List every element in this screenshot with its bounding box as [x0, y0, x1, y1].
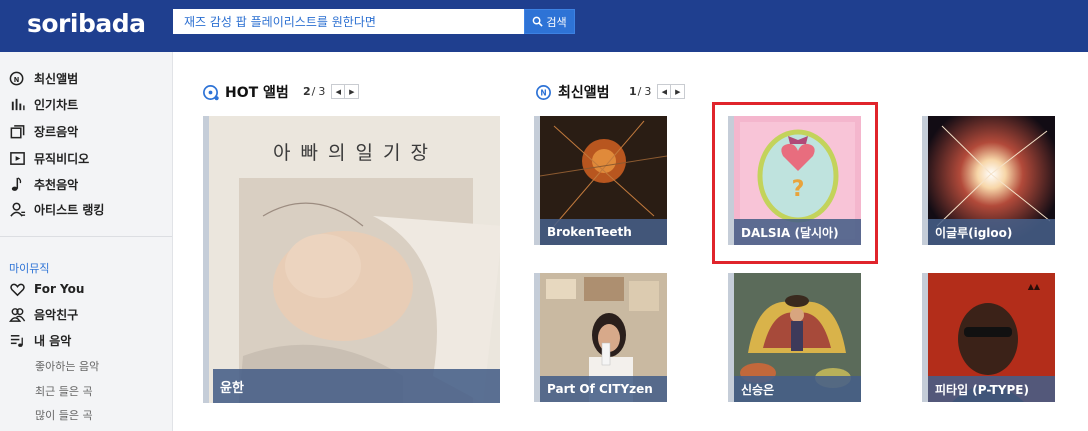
sidebar-item-for-you[interactable]: For You — [8, 278, 84, 300]
album-card[interactable]: Part Of CITYzen — [534, 273, 667, 402]
sidebar-item-label: 내 음악 — [34, 333, 72, 348]
svg-text:N: N — [540, 88, 546, 97]
soribada-logo[interactable]: soribada — [27, 9, 146, 38]
hot-album-heading: HOT 앨범 — [202, 82, 289, 102]
sidebar-item-my-music[interactable]: 내 음악 — [8, 329, 71, 351]
album-card[interactable]: 이글루(igloo) — [922, 116, 1055, 245]
sidebar-item-label: 장르음악 — [34, 124, 79, 139]
artist-icon — [8, 200, 26, 218]
pager-separator: / — [637, 85, 642, 98]
sidebar-subitem-recent[interactable]: 최근 들은 곡 — [35, 383, 93, 399]
hot-page-current: 2 — [303, 85, 311, 98]
heart-icon — [8, 280, 26, 298]
genre-icon — [8, 122, 26, 140]
friends-icon — [8, 305, 26, 323]
svg-text:?: ? — [792, 177, 805, 202]
sidebar-item-artist-ranking[interactable]: 아티스트 랭킹 — [8, 198, 104, 220]
svg-text:N: N — [13, 75, 19, 83]
new-album-heading: N 최신앨범 — [535, 82, 610, 102]
album-caption: BrokenTeeth — [540, 219, 667, 245]
search-button-label: 검색 — [546, 15, 567, 29]
hot-album-title: HOT 앨범 — [225, 85, 289, 101]
sidebar-item-chart[interactable]: 인기차트 — [8, 93, 78, 115]
search-button[interactable]: 검색 — [524, 9, 575, 34]
sidebar-divider — [0, 236, 172, 237]
album-card[interactable]: BrokenTeeth — [534, 116, 667, 245]
hot-next-button[interactable]: ▶ — [345, 84, 360, 99]
sidebar-item-friends[interactable]: 음악친구 — [8, 303, 78, 325]
sidebar-item-label: 뮤직비디오 — [34, 151, 90, 166]
hot-album-caption: 윤한 — [213, 369, 500, 403]
album-caption: 피타입 (P-TYPE) — [928, 376, 1055, 402]
video-icon — [8, 149, 26, 167]
hot-pager-buttons: ◀ ▶ — [331, 84, 360, 99]
new-album-icon: N — [8, 69, 26, 87]
album-card[interactable]: ? DALSIA (달시아) — [728, 116, 861, 245]
sidebar-item-recommend[interactable]: 추천음악 — [8, 173, 78, 195]
new-page-current: 1 — [629, 85, 637, 98]
sidebar: N 최신앨범 인기차트 장르음악 뮤직비디오 추천음악 아티스트 랭킹 마이뮤직… — [0, 52, 173, 431]
album-caption: Part Of CITYzen — [540, 376, 667, 402]
sidebar-subitem-liked[interactable]: 좋아하는 음악 — [35, 358, 99, 374]
playlist-icon — [8, 331, 26, 349]
album-caption: 신승은 — [734, 376, 861, 402]
main-content: HOT 앨범 2 / 3 ◀ ▶ 아 빠 의 일 기 장 윤한 N 최신앨범 1… — [174, 52, 1088, 431]
new-page-total: 3 — [644, 85, 652, 98]
my-music-section-label: 마이뮤직 — [9, 262, 50, 275]
music-note-icon — [8, 175, 26, 193]
album-card[interactable]: ▲▲ 피타입 (P-TYPE) — [922, 273, 1055, 402]
sidebar-item-genre[interactable]: 장르음악 — [8, 120, 78, 142]
sidebar-item-label: 음악친구 — [34, 307, 79, 322]
new-next-button[interactable]: ▶ — [671, 84, 686, 99]
new-pager: 1 / 3 ◀ ▶ — [629, 84, 686, 99]
new-prev-button[interactable]: ◀ — [657, 84, 672, 99]
sidebar-subitem-most-played[interactable]: 많이 들은 곡 — [35, 407, 93, 423]
top-header: soribada 검색 — [0, 0, 1088, 52]
svg-text:▲▲: ▲▲ — [1028, 282, 1041, 291]
hot-album-card[interactable]: 아 빠 의 일 기 장 윤한 — [203, 116, 500, 403]
sidebar-item-label: For You — [34, 282, 85, 296]
search-box — [173, 9, 524, 34]
album-caption: 이글루(igloo) — [928, 219, 1055, 245]
pager-separator: / — [311, 85, 316, 98]
hot-prev-button[interactable]: ◀ — [331, 84, 346, 99]
hot-album-art-text: 아 빠 의 일 기 장 — [272, 142, 431, 164]
sidebar-item-video[interactable]: 뮤직비디오 — [8, 147, 89, 169]
new-icon: N — [536, 84, 551, 100]
search-input[interactable] — [174, 10, 523, 33]
sidebar-item-label: 최신앨범 — [34, 71, 79, 86]
album-caption: DALSIA (달시아) — [734, 219, 861, 245]
sidebar-item-new-album[interactable]: N 최신앨범 — [8, 67, 78, 89]
sidebar-item-label: 추천음악 — [34, 177, 79, 192]
hot-page-total: 3 — [318, 85, 326, 98]
sidebar-item-label: 인기차트 — [34, 97, 79, 112]
hot-pager: 2 / 3 ◀ ▶ — [303, 84, 360, 99]
album-card[interactable]: 신승은 — [728, 273, 861, 402]
new-pager-buttons: ◀ ▶ — [657, 84, 686, 99]
new-album-title: 최신앨범 — [558, 85, 610, 101]
search-icon — [533, 16, 544, 27]
chart-icon — [8, 95, 26, 113]
sidebar-item-label: 아티스트 랭킹 — [34, 202, 105, 217]
hot-icon — [203, 84, 219, 100]
